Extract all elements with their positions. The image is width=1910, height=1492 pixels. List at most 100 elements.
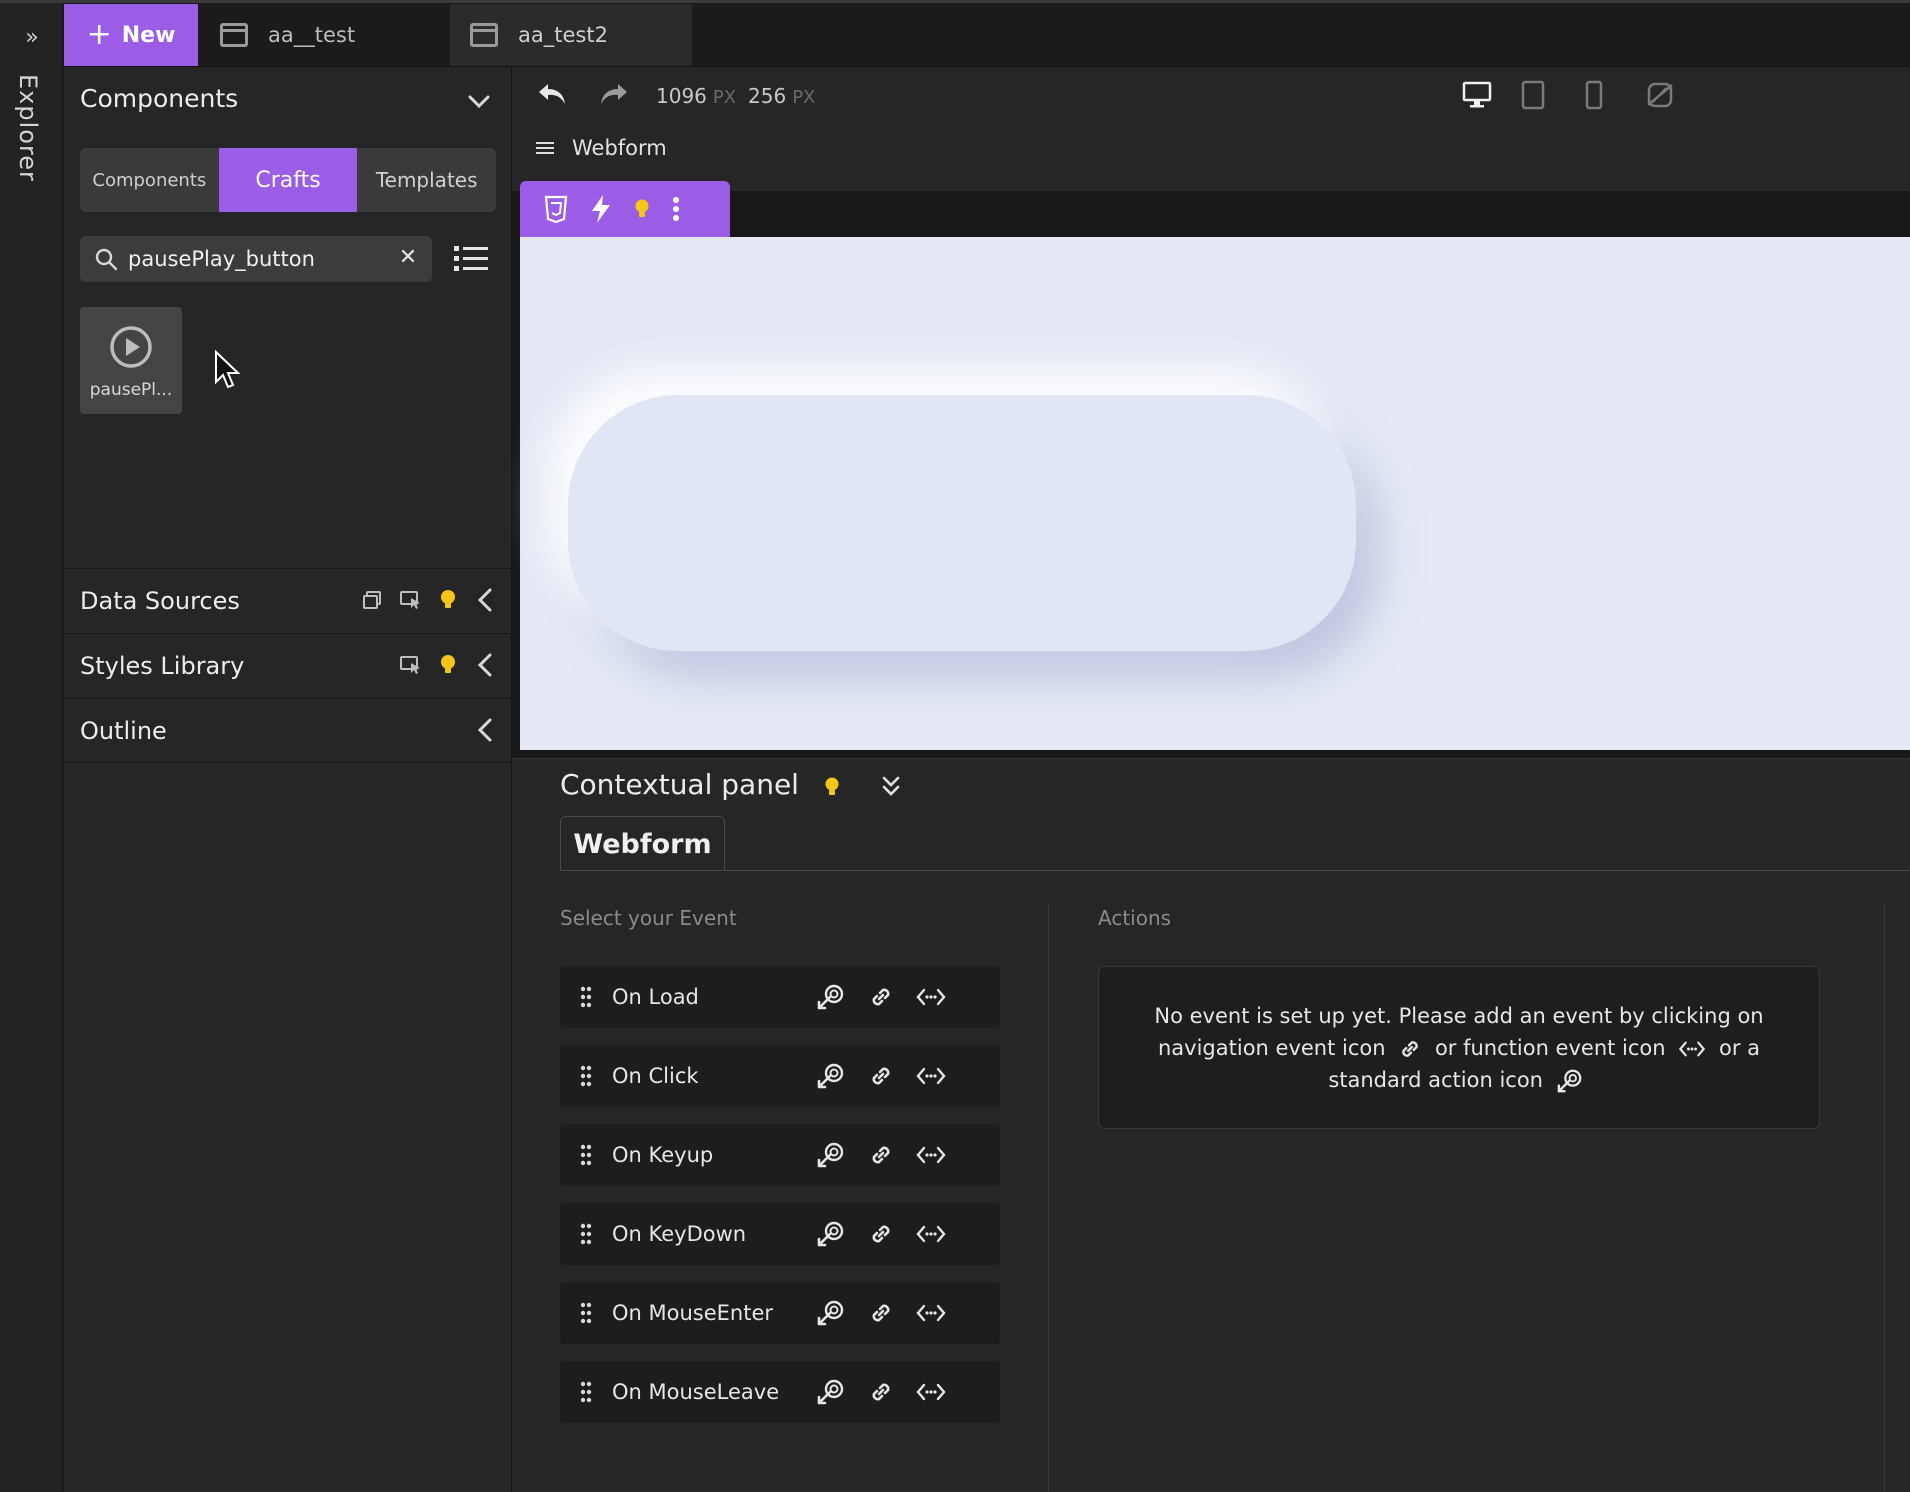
drag-handle-icon[interactable] (580, 1381, 592, 1403)
height-value[interactable]: 256 PX (748, 84, 815, 108)
width-number: 1096 (656, 84, 707, 108)
search-box (80, 236, 432, 282)
redo-icon[interactable] (598, 78, 630, 110)
new-button[interactable]: + New (64, 4, 198, 66)
chevron-left-icon[interactable] (474, 717, 496, 743)
function-code-icon[interactable] (916, 1224, 946, 1244)
tab-label: aa__test (268, 23, 356, 47)
function-code-icon (1679, 1041, 1706, 1056)
standard-action-icon[interactable] (816, 983, 846, 1011)
drag-handle-icon[interactable] (580, 986, 592, 1008)
contextual-panel-title: Contextual panel (560, 768, 799, 801)
mobile-icon[interactable] (1582, 80, 1606, 110)
styles-library-accordion[interactable]: Styles Library (64, 633, 512, 698)
breadcrumb: Webform (536, 136, 667, 160)
select-area-icon[interactable] (400, 655, 422, 675)
css-icon[interactable] (544, 195, 568, 223)
standard-action-icon[interactable] (816, 1062, 846, 1090)
breadcrumb-webform[interactable]: Webform (572, 136, 667, 160)
column-divider (1884, 902, 1885, 1492)
pauseplay-button-element[interactable] (568, 395, 1356, 651)
desktop-icon[interactable] (1462, 80, 1492, 110)
chevron-down-icon[interactable] (466, 88, 492, 114)
data-sources-title: Data Sources (80, 587, 240, 615)
search-input[interactable] (128, 247, 378, 271)
drag-handle-icon[interactable] (580, 1065, 592, 1087)
select-area-icon[interactable] (400, 590, 422, 610)
collection-icon[interactable] (362, 590, 382, 610)
event-row-on-mouseleave[interactable]: On MouseLeave (560, 1361, 1000, 1423)
undo-icon[interactable] (536, 78, 568, 110)
event-name: On MouseEnter (612, 1301, 774, 1325)
drag-handle-icon[interactable] (580, 1302, 592, 1324)
mouse-cursor-icon (215, 350, 241, 389)
navigation-link-icon[interactable] (868, 1142, 894, 1168)
clear-search-icon[interactable]: ✕ (396, 246, 420, 270)
lightning-events-icon[interactable] (590, 194, 612, 224)
outline-accordion[interactable]: Outline (64, 698, 512, 763)
navigation-link-icon[interactable] (868, 1063, 894, 1089)
function-code-icon[interactable] (916, 1066, 946, 1086)
chevron-left-icon[interactable] (474, 587, 496, 613)
standard-action-icon[interactable] (816, 1220, 846, 1248)
function-code-icon[interactable] (916, 987, 946, 1007)
navigation-link-icon[interactable] (868, 1221, 894, 1247)
event-name: On KeyDown (612, 1222, 747, 1246)
standard-action-icon[interactable] (816, 1141, 846, 1169)
navigation-link-icon[interactable] (868, 1300, 894, 1326)
responsive-off-icon[interactable] (1644, 80, 1676, 110)
drag-handle-icon[interactable] (580, 1223, 592, 1245)
event-name: On MouseLeave (612, 1380, 780, 1404)
column-divider (1048, 902, 1049, 1492)
event-row-on-load[interactable]: On Load (560, 966, 1000, 1028)
segment-crafts[interactable]: Crafts (218, 148, 358, 212)
data-sources-accordion[interactable]: Data Sources (64, 568, 512, 633)
events-label: Select your Event (560, 906, 737, 930)
play-circle-icon (110, 326, 152, 368)
tablet-icon[interactable] (1520, 80, 1546, 110)
segment-templates[interactable]: Templates (357, 148, 496, 212)
tips-bulb-icon[interactable] (440, 654, 456, 676)
navigation-link-icon[interactable] (868, 1379, 894, 1405)
navigation-link-icon[interactable] (868, 984, 894, 1010)
styles-library-title: Styles Library (80, 652, 245, 680)
width-value[interactable]: 1096 PX (656, 84, 736, 108)
function-code-icon[interactable] (916, 1303, 946, 1323)
element-toolbar (520, 181, 730, 237)
standard-action-icon (1557, 1069, 1582, 1092)
height-unit: PX (792, 87, 816, 108)
event-row-on-mouseenter[interactable]: On MouseEnter (560, 1282, 1000, 1344)
tips-bulb-icon[interactable] (440, 589, 456, 611)
actions-label: Actions (1098, 906, 1172, 930)
event-row-on-click[interactable]: On Click (560, 1045, 1000, 1107)
tips-bulb-icon[interactable] (634, 198, 650, 220)
drag-handle-icon[interactable] (580, 1144, 592, 1166)
event-name: On Load (612, 985, 699, 1009)
outline-title: Outline (80, 716, 167, 745)
window-icon (220, 23, 248, 47)
standard-action-icon[interactable] (816, 1299, 846, 1327)
standard-action-icon[interactable] (816, 1378, 846, 1406)
explorer-rail (0, 3, 63, 1492)
tips-bulb-icon[interactable] (824, 776, 840, 798)
expand-explorer-icon[interactable]: » (18, 24, 46, 52)
tab-aa-test2[interactable]: aa_test2 (450, 4, 692, 66)
more-vertical-icon[interactable] (672, 196, 680, 222)
empty-state-message: No event is set up yet. Please add an ev… (1115, 1000, 1803, 1096)
tab-aa-test[interactable]: aa__test (200, 4, 450, 66)
segment-components[interactable]: Components (80, 148, 219, 212)
craft-item-label: pausePl... (89, 380, 173, 400)
actions-empty-state: No event is set up yet. Please add an ev… (1098, 966, 1820, 1129)
event-row-on-keyup[interactable]: On Keyup (560, 1124, 1000, 1186)
list-view-icon[interactable] (454, 242, 488, 276)
explorer-label[interactable]: Explorer (14, 74, 42, 182)
event-row-on-keydown[interactable]: On KeyDown (560, 1203, 1000, 1265)
function-code-icon[interactable] (916, 1145, 946, 1165)
width-unit: PX (712, 87, 737, 108)
double-chevron-down-icon[interactable] (880, 774, 902, 798)
chevron-left-icon[interactable] (474, 652, 496, 678)
hamburger-menu-icon[interactable] (536, 140, 554, 156)
function-code-icon[interactable] (916, 1382, 946, 1402)
tab-webform[interactable]: Webform (560, 816, 725, 871)
empty-message-part2: or function event icon (1434, 1035, 1666, 1060)
